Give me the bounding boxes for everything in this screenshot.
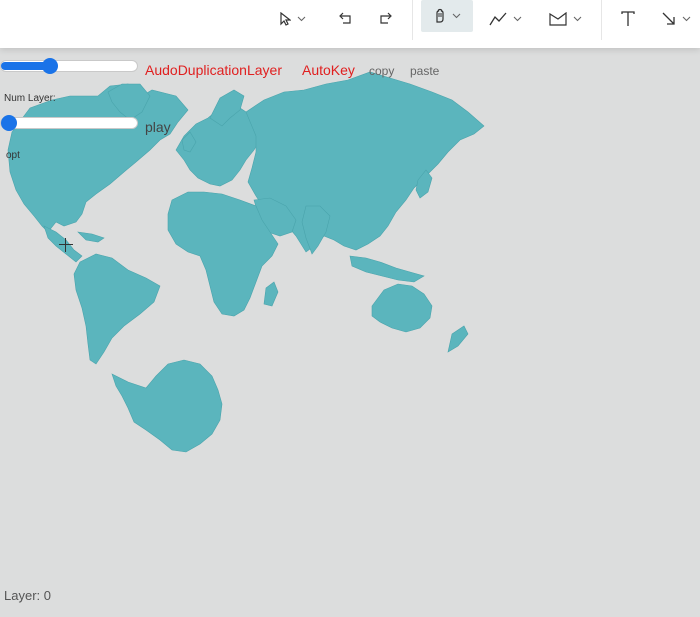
toolbar-divider: [601, 0, 602, 40]
auto-key-label[interactable]: AutoKey: [302, 62, 355, 78]
polyline-icon: [488, 12, 507, 26]
copy-button[interactable]: copy: [369, 64, 394, 78]
antarctica: [111, 359, 223, 453]
play-button[interactable]: play: [145, 119, 171, 135]
slider-thumb[interactable]: [42, 58, 58, 74]
crosshair-cursor-icon: [59, 238, 73, 252]
caribbean: [77, 231, 105, 243]
redo-icon: [378, 12, 394, 26]
toolbar-divider: [412, 0, 413, 40]
paste-button[interactable]: paste: [410, 64, 439, 78]
chevron-down-icon: [682, 16, 691, 22]
slider-thumb[interactable]: [1, 115, 17, 131]
map-canvas[interactable]: [0, 48, 700, 617]
south-america: [73, 253, 161, 365]
southeast-asia-islands: [349, 255, 425, 283]
cursor-icon: [279, 12, 291, 26]
arrow-tool-button[interactable]: [656, 6, 696, 32]
undo-icon: [337, 12, 353, 26]
world-map: [7, 71, 485, 453]
text-tool-button[interactable]: [616, 6, 640, 32]
duplication-slider[interactable]: [0, 58, 138, 74]
text-icon: [620, 11, 636, 27]
polygon-icon: [548, 12, 567, 26]
new-zealand: [447, 325, 469, 353]
chevron-down-icon: [452, 13, 461, 19]
madagascar: [263, 281, 279, 307]
line-tool-button[interactable]: [485, 6, 525, 32]
num-layer-slider[interactable]: [0, 115, 138, 131]
hand-icon: [434, 8, 446, 24]
chevron-down-icon: [573, 16, 582, 22]
auto-duplication-layer-label[interactable]: AudoDuplicationLayer: [145, 62, 282, 78]
layer-status: Layer: 0: [4, 588, 51, 603]
pan-tool-button[interactable]: [421, 0, 473, 32]
australia: [371, 283, 433, 333]
options-label[interactable]: opt: [6, 150, 20, 161]
arrow-icon: [662, 12, 676, 26]
select-tool-button[interactable]: [274, 6, 310, 32]
drawing-toolbar: [0, 0, 700, 48]
polygon-tool-button[interactable]: [545, 6, 585, 32]
undo-tool-button[interactable]: [333, 6, 357, 32]
land-masses: [7, 71, 485, 453]
redo-tool-button[interactable]: [374, 6, 398, 32]
north-america: [7, 83, 189, 233]
num-layer-label: Num Layer:: [4, 93, 56, 104]
chevron-down-icon: [513, 16, 522, 22]
chevron-down-icon: [297, 16, 306, 22]
